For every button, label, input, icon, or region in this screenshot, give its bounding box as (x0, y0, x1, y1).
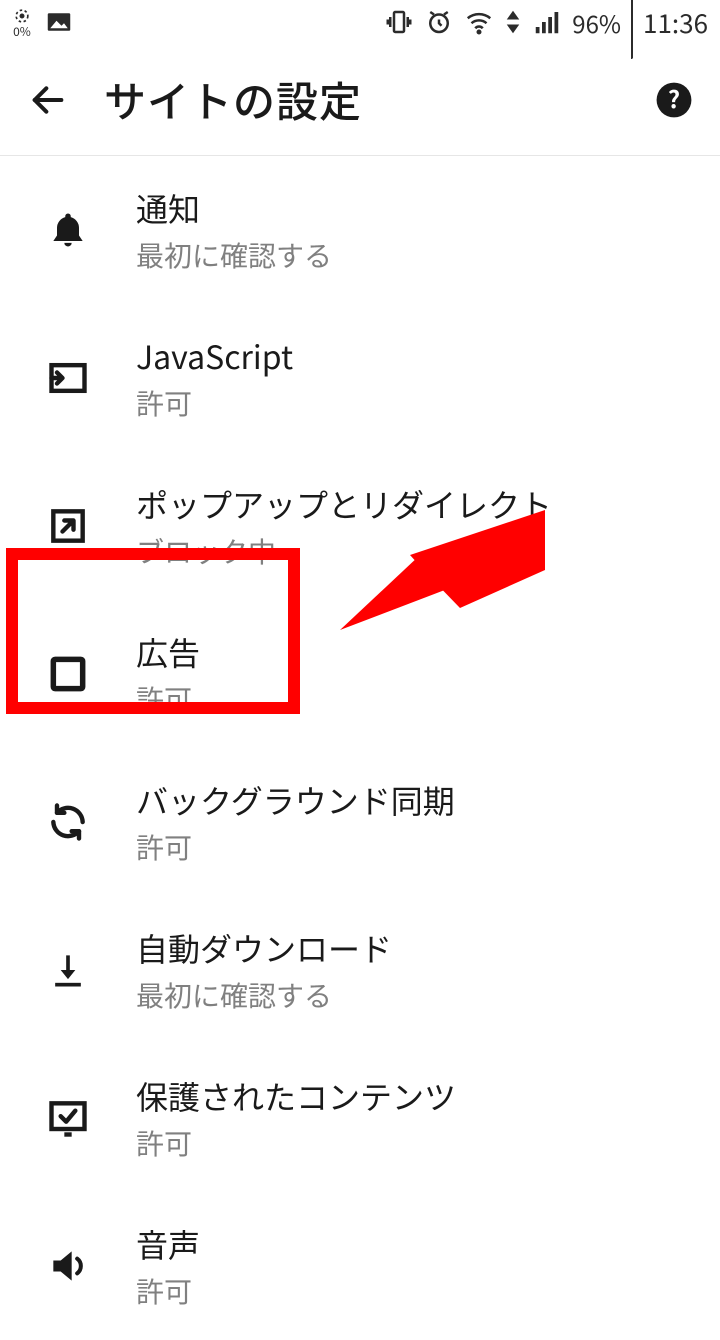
row-label: JavaScript (136, 333, 688, 379)
row-sub: 許可 (136, 827, 688, 867)
download-icon (46, 948, 90, 992)
sync-icon (46, 800, 90, 844)
settings-list: 通知 最初に確認する JavaScript 許可 ポップアップとリダイレクト ブ… (0, 156, 720, 1340)
bell-icon (46, 208, 90, 252)
row-label: 保護されたコンテンツ (136, 1073, 688, 1119)
battery-pct: 96% (572, 5, 621, 40)
signal-icon (532, 7, 562, 37)
row-sub: 最初に確認する (136, 235, 688, 275)
data-saver-pct: 0% (13, 26, 31, 38)
row-sub: 許可 (136, 1123, 688, 1163)
app-bar: サイトの設定 ? (0, 44, 720, 156)
status-bar: 0% 96% 11:36 (0, 0, 720, 44)
row-label: ポップアップとリダイレクト (136, 481, 688, 527)
row-popups[interactable]: ポップアップとリダイレクト ブロック中 (0, 452, 720, 600)
row-sub: 許可 (136, 1271, 688, 1311)
battery-icon (631, 0, 633, 57)
row-label: 自動ダウンロード (136, 925, 688, 971)
wifi-icon (464, 7, 494, 37)
page-title: サイトの設定 (104, 69, 362, 130)
protected-content-icon (46, 1096, 90, 1140)
popup-icon (46, 504, 90, 548)
alarm-icon (424, 7, 454, 37)
row-sound[interactable]: 音声 許可 (0, 1192, 720, 1340)
row-notifications[interactable]: 通知 最初に確認する (0, 156, 720, 304)
ads-icon (46, 652, 90, 696)
row-sub: 許可 (136, 383, 688, 423)
row-label: 通知 (136, 185, 688, 231)
sound-icon (46, 1244, 90, 1288)
vibrate-icon (384, 7, 414, 37)
row-sub: 最初に確認する (136, 975, 688, 1015)
data-saver-icon: 0% (12, 6, 32, 38)
row-label: バックグラウンド同期 (136, 777, 688, 823)
picture-icon (44, 7, 74, 37)
updown-icon (504, 7, 522, 37)
row-sub: 許可 (136, 679, 688, 719)
row-sub: ブロック中 (136, 531, 688, 571)
row-ads[interactable]: 広告 許可 (0, 600, 720, 748)
javascript-icon (46, 356, 90, 400)
row-auto-download[interactable]: 自動ダウンロード 最初に確認する (0, 896, 720, 1044)
row-protected-content[interactable]: 保護されたコンテンツ 許可 (0, 1044, 720, 1192)
status-time: 11:36 (643, 4, 708, 41)
row-label: 広告 (136, 629, 688, 675)
row-background-sync[interactable]: バックグラウンド同期 許可 (0, 748, 720, 896)
row-javascript[interactable]: JavaScript 許可 (0, 304, 720, 452)
svg-text:?: ? (668, 81, 680, 115)
help-button[interactable]: ? (652, 78, 696, 122)
row-label: 音声 (136, 1221, 688, 1267)
back-button[interactable] (20, 72, 76, 128)
